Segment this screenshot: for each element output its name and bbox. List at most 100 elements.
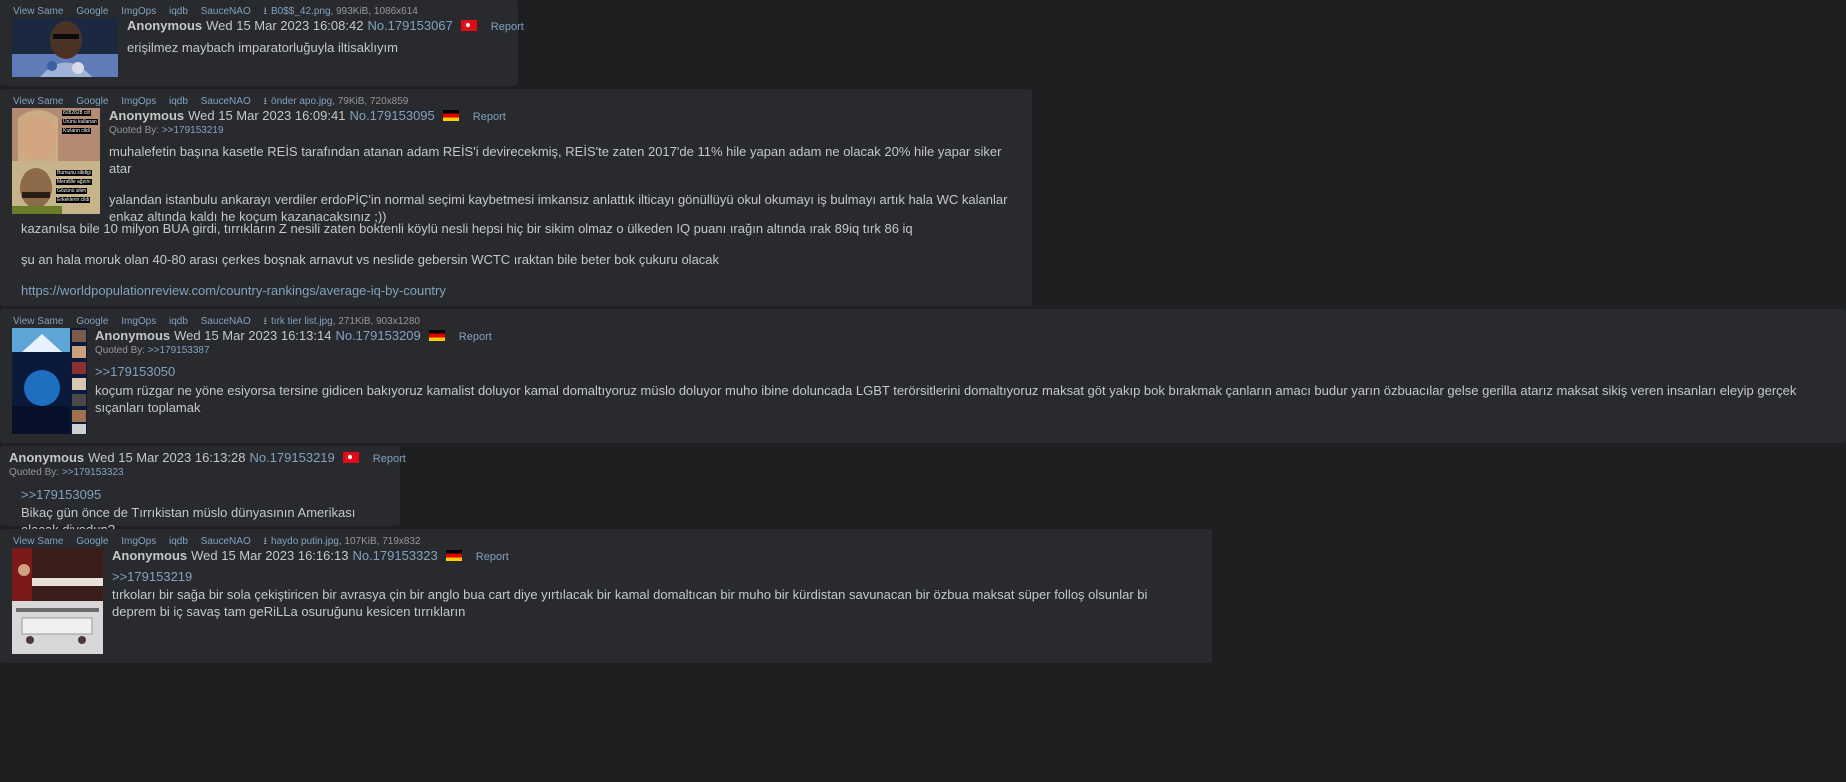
download-icon[interactable]: ⭳	[264, 316, 268, 327]
file-name[interactable]: önder apo.jpg	[271, 96, 332, 107]
post-text: kazanılsa bile 10 milyon BUA girdi, tırr…	[21, 221, 913, 236]
post-thumbnail[interactable]	[12, 328, 87, 434]
post-number-link[interactable]: No.179153067	[367, 18, 452, 33]
thumbnail-caption: Burnunu silidigi	[56, 170, 92, 176]
view-same-link[interactable]: View Same	[13, 316, 63, 327]
thumbnail-image	[12, 548, 103, 654]
quote-link[interactable]: >>179153095	[21, 486, 396, 503]
post-date: Wed 15 Mar 2023 16:08:42	[206, 18, 364, 33]
post-header: Anonymous Wed 15 Mar 2023 16:13:28 No.1791…	[9, 450, 406, 465]
google-link[interactable]: Google	[76, 316, 108, 327]
saucenao-link[interactable]: SauceNAO	[201, 6, 251, 17]
report-link[interactable]: Report	[473, 111, 506, 123]
quote-link[interactable]: >>179153219	[112, 568, 1192, 585]
flag-tr-icon	[460, 20, 477, 31]
file-meta: , 107KiB, 719x832	[338, 536, 421, 547]
poster-name: Anonymous	[109, 108, 185, 123]
quoted-by-label: Quoted By:	[109, 125, 160, 136]
poster-name: Anonymous	[95, 328, 171, 343]
iqdb-link[interactable]: iqdb	[169, 536, 188, 547]
google-link[interactable]: Google	[76, 536, 108, 547]
iqdb-link[interactable]: iqdb	[169, 6, 188, 17]
saucenao-link[interactable]: SauceNAO	[201, 536, 251, 547]
post-date: Wed 15 Mar 2023 16:13:14	[174, 328, 332, 343]
imgops-link[interactable]: ImgOps	[121, 316, 156, 327]
post-header: Anonymous Wed 15 Mar 2023 16:09:41 No.1791…	[109, 108, 506, 123]
download-icon[interactable]: ⭳	[264, 536, 268, 547]
flag-de-icon	[428, 330, 445, 341]
post-number-link[interactable]: No.179153095	[349, 108, 434, 123]
post-body: erişilmez maybach imparatorluğuyla iltis…	[127, 39, 507, 56]
post-date: Wed 15 Mar 2023 16:13:28	[88, 450, 246, 465]
iqdb-link[interactable]: iqdb	[169, 316, 188, 327]
post-header: Anonymous Wed 15 Mar 2023 16:08:42 No.1791…	[127, 18, 524, 33]
flag-de-icon	[445, 550, 462, 561]
post-text: tırkoları bir sağa bir sola çekiştiricen…	[112, 587, 1148, 619]
file-meta: , 993KiB, 1086x614	[330, 6, 418, 17]
post-header: Anonymous Wed 15 Mar 2023 16:13:14 No.1791…	[95, 328, 492, 343]
quoted-by: Quoted By: >>179153387	[95, 345, 210, 356]
saucenao-link[interactable]: SauceNAO	[201, 316, 251, 327]
post-text: erişilmez maybach imparatorluğuyla iltis…	[127, 40, 398, 55]
thumbnail-caption: Kızların cildi	[62, 128, 91, 134]
thumbnail-image	[12, 328, 87, 434]
post-text: muhalefetin başına kasetle REİS tarafınd…	[109, 144, 1002, 176]
thumbnail-caption: 8282828 cilt	[62, 110, 91, 116]
thumbnail-image	[12, 18, 118, 77]
post-thumbnail[interactable]: 8282828 cilt Ürünü kullanan Kızların cil…	[12, 108, 100, 214]
google-link[interactable]: Google	[76, 96, 108, 107]
external-link[interactable]: https://worldpopulationreview.com/countr…	[21, 282, 1021, 299]
post-text: şu an hala moruk olan 40-80 arası çerkes…	[21, 252, 720, 267]
thumbnail-caption: Erkeklerin cildi	[56, 197, 91, 203]
post-date: Wed 15 Mar 2023 16:09:41	[188, 108, 346, 123]
saucenao-link[interactable]: SauceNAO	[201, 96, 251, 107]
imgops-link[interactable]: ImgOps	[121, 96, 156, 107]
quoted-by-link[interactable]: >>179153387	[148, 345, 210, 356]
post-body: muhalefetin başına kasetle REİS tarafınd…	[109, 143, 1024, 225]
thumbnail-caption: Ürünü kullanan	[62, 119, 98, 125]
poster-name: Anonymous	[112, 548, 188, 563]
google-link[interactable]: Google	[76, 6, 108, 17]
file-meta: , 79KiB, 720x859	[332, 96, 409, 107]
post-number-link[interactable]: No.179153219	[249, 450, 334, 465]
thumbnail-caption: Mendille ağzını	[56, 179, 92, 185]
imgops-link[interactable]: ImgOps	[121, 536, 156, 547]
thumbnail-caption: Gözünü silen	[56, 188, 88, 194]
iqdb-link[interactable]: iqdb	[169, 96, 188, 107]
quoted-by-label: Quoted By:	[9, 467, 60, 478]
view-same-link[interactable]: View Same	[13, 96, 63, 107]
post-number-link[interactable]: No.179153209	[335, 328, 420, 343]
post-thumbnail[interactable]	[12, 548, 103, 654]
view-same-link[interactable]: View Same	[13, 536, 63, 547]
quoted-by-label: Quoted By:	[95, 345, 146, 356]
report-link[interactable]: Report	[476, 551, 509, 563]
quoted-by-link[interactable]: >>179153323	[62, 467, 124, 478]
quoted-by: Quoted By: >>179153219	[109, 125, 224, 136]
post-header: Anonymous Wed 15 Mar 2023 16:16:13 No.1791…	[112, 548, 509, 563]
post-number-link[interactable]: No.179153323	[352, 548, 437, 563]
file-name[interactable]: haydo putin.jpg	[271, 536, 339, 547]
post-body: >>179153050 koçum rüzgar ne yöne esiyors…	[95, 363, 1835, 416]
download-icon[interactable]: ⭳	[264, 6, 268, 17]
post-body: >>179153219 tırkoları bir sağa bir sola …	[112, 568, 1192, 620]
flag-tr-icon	[342, 452, 359, 463]
poster-name: Anonymous	[9, 450, 85, 465]
poster-name: Anonymous	[127, 18, 203, 33]
imgops-link[interactable]: ImgOps	[121, 6, 156, 17]
report-link[interactable]: Report	[491, 21, 524, 33]
quoted-by-link[interactable]: >>179153219	[162, 125, 224, 136]
post-text: koçum rüzgar ne yöne esiyorsa tersine gi…	[95, 383, 1797, 415]
report-link[interactable]: Report	[373, 453, 406, 465]
post-date: Wed 15 Mar 2023 16:16:13	[191, 548, 349, 563]
post-thumbnail[interactable]	[12, 18, 118, 77]
download-icon[interactable]: ⭳	[264, 96, 268, 107]
view-same-link[interactable]: View Same	[13, 6, 63, 17]
file-meta: , 271KiB, 903x1280	[332, 316, 420, 327]
file-name[interactable]: tırk tier list.jpg	[271, 316, 333, 327]
report-link[interactable]: Report	[459, 331, 492, 343]
quoted-by: Quoted By: >>179153323	[9, 467, 124, 478]
file-name[interactable]: B0$$_42.png	[271, 6, 331, 17]
flag-de-icon	[442, 110, 459, 121]
quote-link[interactable]: >>179153050	[95, 363, 1835, 380]
post-body-continued: kazanılsa bile 10 milyon BUA girdi, tırr…	[21, 220, 1021, 299]
